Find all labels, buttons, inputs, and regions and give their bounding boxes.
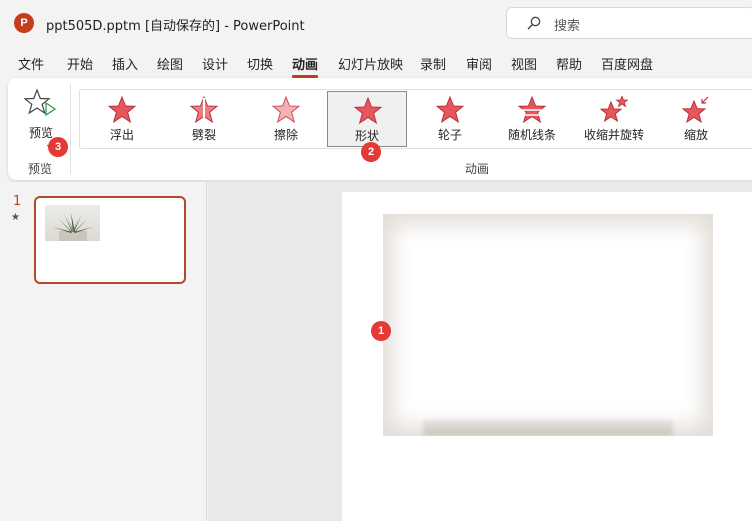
animation-shape[interactable]: 形状 xyxy=(327,91,407,147)
animation-wipe[interactable]: 擦除 xyxy=(246,91,326,147)
animation-label: 轮子 xyxy=(437,128,462,142)
picture-pot-edge xyxy=(423,420,673,436)
preview-group-label: 预览 xyxy=(28,162,53,176)
animation-label: 形状 xyxy=(354,129,379,143)
animation-label: 劈裂 xyxy=(191,128,216,142)
float-in-star-icon xyxy=(108,96,136,124)
shrink-and-turn-star-icon xyxy=(600,96,628,123)
animation-split[interactable]: 劈裂 xyxy=(164,91,244,147)
wipe-star-icon xyxy=(272,96,300,124)
animation-label: 擦除 xyxy=(273,128,298,142)
powerpoint-logo-icon: P xyxy=(14,13,34,33)
split-star-icon xyxy=(190,96,218,124)
group-divider xyxy=(70,84,71,174)
animation-random-bars[interactable]: 随机线条 xyxy=(492,91,572,147)
window-title: ppt505D.pptm [自动保存的] - PowerPoint xyxy=(46,19,305,34)
slide-editor xyxy=(208,182,752,521)
wheel-star-icon xyxy=(436,96,464,124)
tab-help[interactable]: 帮助 xyxy=(556,54,582,73)
shape-star-icon xyxy=(354,97,382,125)
tab-slideshow[interactable]: 幻灯片放映 xyxy=(338,54,403,73)
search-placeholder: 搜索 xyxy=(554,19,581,34)
tab-transitions[interactable]: 切换 xyxy=(247,54,273,73)
animation-label: 收缩并旋转 xyxy=(583,128,644,142)
zoom-star-icon xyxy=(682,96,709,124)
animation-label: 缩放 xyxy=(683,128,708,142)
thumbnail-plant-image xyxy=(45,205,100,241)
slide-thumbnail[interactable] xyxy=(34,196,186,284)
tab-home[interactable]: 开始 xyxy=(67,54,93,73)
badge-preview: 3 xyxy=(48,137,68,157)
tab-design[interactable]: 设计 xyxy=(202,54,228,73)
animation-float-in[interactable]: 浮出 xyxy=(82,91,162,147)
tab-insert[interactable]: 插入 xyxy=(112,54,138,73)
animation-label: 浮出 xyxy=(109,128,134,142)
random-bars-star-icon xyxy=(518,96,546,124)
slide-canvas[interactable] xyxy=(342,192,752,521)
animation-gallery: 浮出 劈裂 擦除 形状 轮子 随机线条 收缩并旋转 缩放 xyxy=(79,89,752,149)
animation-shrink-and-turn[interactable]: 收缩并旋转 xyxy=(574,91,654,147)
slide-number: 1 xyxy=(13,194,22,209)
tab-baidu-netdisk[interactable]: 百度网盘 xyxy=(601,54,653,73)
animation-group-label: 动画 xyxy=(465,162,490,176)
tab-file[interactable]: 文件 xyxy=(18,54,44,73)
badge-shape: 2 xyxy=(361,142,381,162)
slide-thumbnail-pane: 1 ★ xyxy=(0,182,207,521)
slide-picture[interactable] xyxy=(383,214,713,436)
ribbon-panel: 预览 ⌄ 预览 浮出 劈裂 擦除 形状 轮子 随机线条 xyxy=(8,78,752,180)
preview-star-icon xyxy=(24,88,56,117)
ribbon-tabs: 文件 开始 插入 绘图 设计 切换 动画 幻灯片放映 录制 审阅 视图 帮助 百… xyxy=(0,52,752,78)
tab-review[interactable]: 审阅 xyxy=(466,54,492,73)
animation-wheel[interactable]: 轮子 xyxy=(410,91,490,147)
animation-star-icon: ★ xyxy=(11,212,20,223)
badge-photo: 1 xyxy=(371,321,391,341)
search-icon xyxy=(527,16,541,30)
tab-record[interactable]: 录制 xyxy=(420,54,446,73)
animation-label: 随机线条 xyxy=(507,128,556,142)
search-box[interactable]: 搜索 xyxy=(506,7,752,39)
animation-zoom[interactable]: 缩放 xyxy=(656,91,736,147)
tab-animations[interactable]: 动画 xyxy=(292,54,319,78)
tab-draw[interactable]: 绘图 xyxy=(157,54,183,73)
title-bar: P ppt505D.pptm [自动保存的] - PowerPoint 搜索 xyxy=(0,0,752,46)
tab-view[interactable]: 视图 xyxy=(511,54,537,73)
